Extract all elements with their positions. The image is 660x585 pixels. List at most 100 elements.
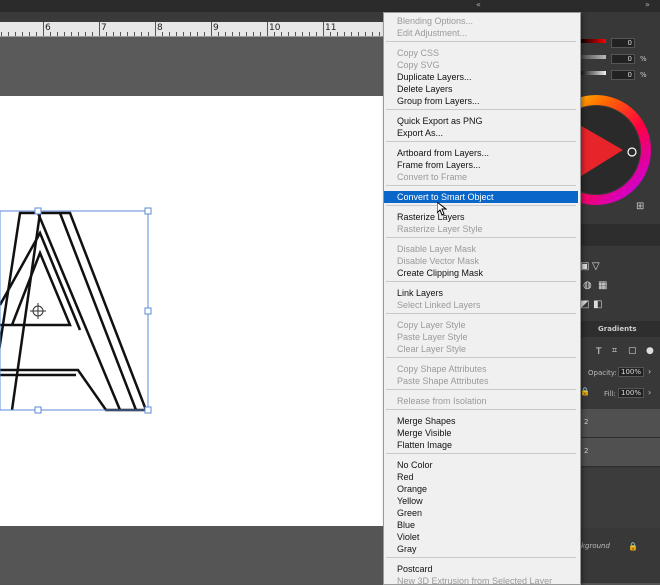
menu-item-artboard-from-layers[interactable]: Artboard from Layers... bbox=[384, 147, 578, 159]
levels-icon[interactable]: ▣ bbox=[580, 261, 589, 272]
lock-icon[interactable]: 🔒 bbox=[580, 387, 590, 396]
collapse-arrows-icon[interactable]: « bbox=[476, 0, 481, 9]
ruler-minor-tick bbox=[120, 32, 121, 36]
opacity-dropdown-icon[interactable]: › bbox=[648, 367, 651, 376]
menu-item-merge-visible[interactable]: Merge Visible bbox=[384, 427, 578, 439]
ruler-minor-tick bbox=[22, 32, 23, 36]
menu-item-create-clipping-mask[interactable]: Create Clipping Mask bbox=[384, 267, 578, 279]
ruler-minor-tick bbox=[225, 32, 226, 36]
layer-filter-smart-icon[interactable]: ▢ bbox=[628, 346, 637, 356]
red-slider[interactable] bbox=[580, 39, 606, 43]
menu-separator bbox=[386, 185, 576, 186]
ruler-minor-tick bbox=[274, 32, 275, 36]
ruler-minor-tick bbox=[218, 32, 219, 36]
menu-item-rasterize-layers[interactable]: Rasterize Layers bbox=[384, 211, 578, 223]
menu-item-yellow[interactable]: Yellow bbox=[384, 495, 578, 507]
menu-item-orange[interactable]: Orange bbox=[384, 483, 578, 495]
menu-item-gray[interactable]: Gray bbox=[384, 543, 578, 555]
menu-item-copy-layer-style: Copy Layer Style bbox=[397, 320, 466, 330]
fill-dropdown-icon[interactable]: › bbox=[648, 388, 651, 397]
menu-item-quick-export-as-png[interactable]: Quick Export as PNG bbox=[384, 115, 578, 127]
menu-item-release-from-isolation: Release from Isolation bbox=[397, 396, 487, 406]
menu-separator bbox=[386, 409, 576, 410]
filter-toggle-icon[interactable]: ● bbox=[646, 346, 654, 356]
ruler-minor-tick bbox=[50, 32, 51, 36]
menu-separator bbox=[386, 237, 576, 238]
menu-separator bbox=[386, 281, 576, 282]
channel-mixer-icon[interactable]: ◍ bbox=[583, 280, 592, 291]
ruler-minor-tick bbox=[379, 32, 380, 36]
fill-field[interactable]: 100% bbox=[618, 388, 644, 398]
ruler-minor-tick bbox=[57, 32, 58, 36]
grid-icon[interactable]: ▦ bbox=[598, 280, 607, 291]
ruler-minor-tick bbox=[351, 32, 352, 36]
color-value-2[interactable]: 0 bbox=[611, 54, 635, 64]
menu-item-disable-layer-mask: Disable Layer Mask bbox=[397, 244, 477, 254]
menu-item-red[interactable]: Red bbox=[384, 471, 578, 483]
ruler-minor-tick bbox=[190, 32, 191, 36]
brightness-slider[interactable] bbox=[580, 71, 606, 75]
ruler-minor-tick bbox=[43, 32, 44, 36]
layer-row[interactable]: 2 bbox=[578, 438, 660, 467]
saturation-slider[interactable] bbox=[580, 55, 606, 59]
ruler-minor-tick bbox=[183, 32, 184, 36]
menu-item-export-as[interactable]: Export As... bbox=[384, 127, 578, 139]
layer-row[interactable]: 2 bbox=[578, 409, 660, 438]
menu-item-violet[interactable]: Violet bbox=[384, 531, 578, 543]
menu-item-clear-layer-style: Clear Layer Style bbox=[397, 344, 467, 354]
collapse-panels-icon[interactable]: » bbox=[645, 0, 650, 9]
menu-separator bbox=[386, 205, 576, 206]
menu-separator bbox=[386, 357, 576, 358]
menu-item-blue[interactable]: Blue bbox=[384, 519, 578, 531]
threshold-icon[interactable]: ◧ bbox=[593, 299, 602, 310]
ruler-minor-tick bbox=[36, 32, 37, 36]
menu-item-paste-shape-attributes: Paste Shape Attributes bbox=[397, 376, 489, 386]
top-strip: « » bbox=[0, 0, 660, 12]
menu-separator bbox=[386, 109, 576, 110]
menu-item-paste-layer-style: Paste Layer Style bbox=[397, 332, 468, 342]
tab-gradients[interactable]: Gradients bbox=[598, 325, 637, 333]
triangle-icon[interactable]: ▽ bbox=[592, 261, 600, 272]
ruler-minor-tick bbox=[134, 32, 135, 36]
ruler-minor-tick bbox=[127, 32, 128, 36]
menu-item-convert-to-smart-object[interactable]: Convert to Smart Object bbox=[384, 191, 578, 203]
ruler-minor-tick bbox=[85, 32, 86, 36]
menu-item-green[interactable]: Green bbox=[384, 507, 578, 519]
right-panels: 0 0 0 % % ⊞ ▣ ▽ ◍ ▦ ◩ ◧ Gradients T ⌗ ▢ … bbox=[568, 12, 660, 583]
ruler-minor-tick bbox=[92, 32, 93, 36]
menu-item-blending-options: Blending Options... bbox=[397, 16, 474, 26]
menu-item-no-color[interactable]: No Color bbox=[384, 459, 578, 471]
ruler-minor-tick bbox=[211, 32, 212, 36]
opacity-field[interactable]: 100% bbox=[618, 367, 644, 377]
ruler-minor-tick bbox=[1, 32, 2, 36]
menu-item-frame-from-layers[interactable]: Frame from Layers... bbox=[384, 159, 578, 171]
menu-item-postcard[interactable]: Postcard bbox=[384, 563, 578, 575]
menu-separator bbox=[386, 141, 576, 142]
menu-item-delete-layers[interactable]: Delete Layers bbox=[384, 83, 578, 95]
menu-item-merge-shapes[interactable]: Merge Shapes bbox=[384, 415, 578, 427]
layer-filter-type-icon[interactable]: T bbox=[596, 347, 602, 357]
color-value-1[interactable]: 0 bbox=[611, 38, 635, 48]
ruler-minor-tick bbox=[64, 32, 65, 36]
layer-context-menu: Blending Options... Edit Adjustment... Cop… bbox=[383, 12, 581, 585]
ruler-minor-tick bbox=[15, 32, 16, 36]
panel-divider bbox=[578, 224, 660, 246]
add-swatch-icon[interactable]: ⊞ bbox=[636, 201, 644, 212]
ruler-minor-tick bbox=[204, 32, 205, 36]
menu-item-edit-adjustment: Edit Adjustment... bbox=[397, 28, 468, 38]
menu-item-link-layers[interactable]: Link Layers bbox=[384, 287, 578, 299]
layer-filter-shape-icon[interactable]: ⌗ bbox=[612, 346, 617, 356]
ruler-minor-tick bbox=[71, 32, 72, 36]
menu-item-group-from-layers[interactable]: Group from Layers... bbox=[384, 95, 578, 107]
menu-item-flatten-image[interactable]: Flatten Image bbox=[384, 439, 578, 451]
menu-item-copy-svg: Copy SVG bbox=[397, 60, 440, 70]
fill-label: Fill: bbox=[604, 390, 616, 398]
ruler-minor-tick bbox=[309, 32, 310, 36]
ruler-minor-tick bbox=[239, 32, 240, 36]
letter-a-shape[interactable] bbox=[0, 205, 160, 415]
opacity-label: Opacity: bbox=[588, 369, 617, 377]
color-value-3[interactable]: 0 bbox=[611, 70, 635, 80]
color-wheel[interactable] bbox=[578, 86, 660, 226]
menu-item-duplicate-layers[interactable]: Duplicate Layers... bbox=[384, 71, 578, 83]
invert-icon[interactable]: ◩ bbox=[580, 299, 589, 310]
